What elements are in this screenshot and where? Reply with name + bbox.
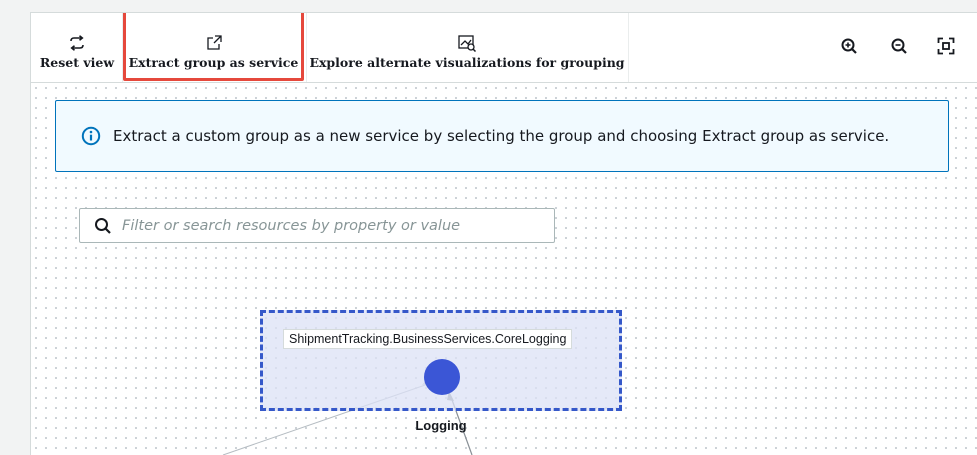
external-export-icon — [205, 33, 223, 53]
refresh-icon — [67, 33, 87, 53]
explore-visualizations-label: Explore alternate visualizations for gro… — [309, 55, 625, 70]
search-icon — [94, 217, 112, 235]
fit-to-screen-button[interactable] — [933, 35, 959, 61]
toolbar-divider — [628, 13, 629, 82]
explore-visualizations-button[interactable]: Explore alternate visualizations for gro… — [309, 13, 625, 82]
zoom-in-button[interactable] — [836, 35, 862, 61]
zoom-in-icon — [840, 37, 858, 60]
graph-canvas[interactable]: Extract a custom group as a new service … — [31, 83, 977, 455]
service-group[interactable]: ShipmentTracking.BusinessServices.CoreLo… — [260, 310, 622, 411]
reset-view-button[interactable]: Reset view — [35, 13, 119, 82]
info-alert: Extract a custom group as a new service … — [55, 100, 949, 172]
zoom-out-button[interactable] — [886, 35, 912, 61]
toolbar-divider — [306, 13, 307, 82]
extract-group-label: Extract group as service — [128, 55, 299, 70]
visualization-icon — [457, 33, 477, 53]
toolbar-divider — [122, 13, 123, 82]
fit-to-screen-icon — [937, 37, 955, 60]
info-alert-text: Extract a custom group as a new service … — [113, 127, 890, 145]
service-node[interactable] — [424, 359, 460, 395]
toolbar: Reset view Extract group as service Expl… — [31, 13, 977, 83]
graph-panel: Reset view Extract group as service Expl… — [30, 12, 977, 455]
group-label: ShipmentTracking.BusinessServices.CoreLo… — [283, 329, 573, 349]
zoom-out-icon — [890, 37, 908, 60]
extract-group-button[interactable]: Extract group as service — [126, 13, 301, 82]
info-icon — [81, 126, 101, 146]
reset-view-label: Reset view — [39, 55, 115, 70]
group-caption: Logging — [415, 418, 467, 433]
resource-search — [79, 208, 555, 243]
search-input[interactable] — [120, 216, 544, 235]
